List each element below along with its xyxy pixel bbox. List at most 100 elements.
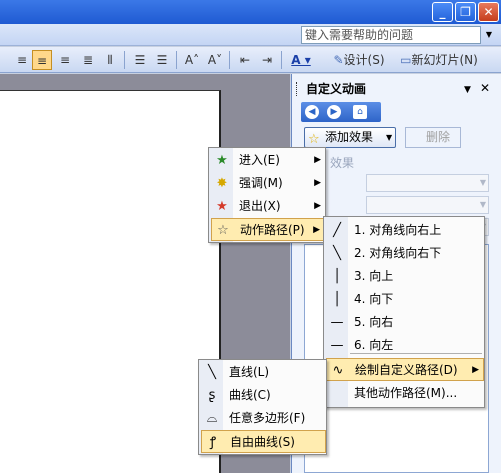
dropdown-arrow-icon[interactable]: ▼ bbox=[482, 26, 496, 44]
menu-item-label: 3. 向上 bbox=[354, 269, 394, 283]
diagonal-down-right-icon: ╲ bbox=[333, 246, 341, 261]
new-slide-icon: ▭ bbox=[400, 53, 412, 67]
diagonal-up-right-icon: ╱ bbox=[333, 223, 341, 238]
justify-icon[interactable]: ≣ bbox=[78, 50, 98, 70]
forward-icon[interactable]: ▶ bbox=[327, 105, 341, 119]
line-icon: ╲ bbox=[208, 365, 216, 380]
emphasis-star-icon: ✸ bbox=[216, 176, 228, 191]
distribute-icon[interactable]: ⫴ bbox=[100, 50, 120, 70]
menu-item-label: 自由曲线(S) bbox=[230, 435, 295, 449]
add-effect-label: 添加效果 bbox=[325, 130, 374, 144]
menu-item-up[interactable]: │ 3. 向上 bbox=[326, 265, 484, 288]
menu-item-label: 2. 对角线向右下 bbox=[354, 246, 442, 260]
menu-item-label: 其他动作路径(M)... bbox=[354, 386, 458, 400]
increase-font-icon[interactable]: A˄ bbox=[182, 50, 202, 70]
new-slide-button[interactable]: ▭新幻灯片(N) bbox=[394, 50, 484, 70]
help-search-input[interactable]: 键入需要帮助的问题 bbox=[301, 26, 481, 44]
font-color-icon[interactable]: A ▾ bbox=[286, 50, 316, 70]
path-left-icon: — bbox=[330, 338, 344, 353]
menu-item-curve[interactable]: ʂ 曲线(C) bbox=[201, 384, 326, 407]
pane-close-icon[interactable]: ✕ bbox=[480, 81, 490, 95]
menu-item-label: 4. 向下 bbox=[354, 292, 394, 306]
exit-star-icon: ★ bbox=[216, 199, 228, 214]
pane-navigation: ◀ ▶ ⌂ bbox=[301, 102, 381, 122]
menu-item-label: 强调(M) bbox=[239, 176, 283, 190]
menu-item-line[interactable]: ╲ 直线(L) bbox=[201, 361, 326, 384]
direction-select[interactable]: ▼ bbox=[366, 196, 489, 214]
effect-section-label: 效果 bbox=[330, 156, 355, 170]
align-left-icon[interactable]: ≡ bbox=[12, 50, 32, 70]
path-up-icon: │ bbox=[333, 269, 341, 284]
menu-bar: 键入需要帮助的问题 ▼ bbox=[0, 24, 501, 46]
menu-item-label: 直线(L) bbox=[229, 365, 270, 379]
submenu-arrow-icon: ▶ bbox=[314, 201, 321, 211]
chevron-down-icon: ▼ bbox=[479, 178, 486, 187]
motion-paths-menu: ╱ 1. 对角线向右上 ╲ 2. 对角线向右下 │ 3. 向上 │ 4. 向下 … bbox=[323, 216, 485, 408]
design-icon: ✎ bbox=[333, 53, 344, 67]
submenu-arrow-icon: ▶ bbox=[472, 365, 479, 375]
menu-item-label: 进入(E) bbox=[239, 153, 280, 167]
draw-custom-path-icon: ∿ bbox=[332, 363, 344, 378]
bullet-list-icon[interactable]: ☰ bbox=[152, 50, 172, 70]
menu-item-label: 绘制自定义路径(D) bbox=[355, 363, 458, 377]
new-slide-label: 新幻灯片(N) bbox=[411, 53, 478, 67]
menu-item-draw-custom-path[interactable]: ∿ 绘制自定义路径(D) ▶ bbox=[326, 358, 484, 381]
submenu-arrow-icon: ▶ bbox=[314, 155, 321, 165]
menu-item-label: 退出(X) bbox=[239, 199, 281, 213]
decrease-font-icon[interactable]: A˅ bbox=[205, 50, 225, 70]
menu-item-right[interactable]: — 5. 向右 bbox=[326, 311, 484, 334]
delete-effect-button[interactable]: 删除 bbox=[405, 127, 461, 148]
toolbar-separator bbox=[229, 51, 230, 69]
title-bar: _ ❐ ✕ bbox=[0, 0, 501, 24]
numbered-list-icon[interactable]: ☰ bbox=[130, 50, 150, 70]
motion-path-star-icon: ☆ bbox=[217, 223, 229, 238]
restore-button[interactable]: ❐ bbox=[455, 2, 476, 22]
scribble-icon: ꝭ bbox=[209, 435, 217, 450]
formatting-toolbar: ≡ ≡ ≡ ≣ ⫴ ☰ ☰ A˄ A˅ ⇤ ⇥ A ▾ ✎设计(S) ▭新幻灯片… bbox=[0, 47, 501, 73]
path-down-icon: │ bbox=[333, 292, 341, 307]
entrance-star-icon: ★ bbox=[216, 153, 228, 168]
menu-item-label: 曲线(C) bbox=[229, 388, 271, 402]
chevron-down-icon: ▼ bbox=[479, 200, 486, 209]
menu-separator bbox=[350, 353, 482, 354]
toolbar-separator bbox=[176, 51, 177, 69]
align-center-icon[interactable]: ≡ bbox=[32, 50, 52, 70]
submenu-arrow-icon: ▶ bbox=[313, 225, 320, 235]
close-button[interactable]: ✕ bbox=[478, 2, 499, 22]
design-label: 设计(S) bbox=[343, 53, 385, 67]
freeform-icon: ⌓ bbox=[206, 411, 218, 426]
home-icon[interactable]: ⌂ bbox=[353, 105, 367, 119]
menu-item-label: 任意多边形(F) bbox=[229, 411, 306, 425]
increase-indent-icon[interactable]: ⇥ bbox=[257, 50, 277, 70]
slide-canvas[interactable] bbox=[0, 90, 221, 473]
menu-item-entrance[interactable]: ★ 进入(E) ▶ bbox=[211, 149, 325, 172]
menu-item-freeform[interactable]: ⌓ 任意多边形(F) bbox=[201, 407, 326, 430]
align-right-icon[interactable]: ≡ bbox=[55, 50, 75, 70]
decrease-indent-icon[interactable]: ⇤ bbox=[235, 50, 255, 70]
toolbar-separator bbox=[124, 51, 125, 69]
pane-menu-arrow-icon[interactable]: ▼ bbox=[464, 85, 471, 95]
menu-item-label: 5. 向右 bbox=[354, 315, 394, 329]
minimize-button[interactable]: _ bbox=[432, 2, 453, 22]
effects-menu: ★ 进入(E) ▶ ✸ 强调(M) ▶ ★ 退出(X) ▶ ☆ 动作路径(P) … bbox=[208, 147, 326, 243]
custom-path-menu: ╲ 直线(L) ʂ 曲线(C) ⌓ 任意多边形(F) ꝭ 自由曲线(S) bbox=[198, 359, 327, 455]
chevron-down-icon: ▼ bbox=[386, 133, 393, 142]
menu-item-diagonal-up-right[interactable]: ╱ 1. 对角线向右上 bbox=[326, 219, 484, 242]
design-button[interactable]: ✎设计(S) bbox=[326, 50, 392, 70]
toolbar-separator bbox=[281, 51, 282, 69]
menu-item-label: 1. 对角线向右上 bbox=[354, 223, 442, 237]
menu-item-emphasis[interactable]: ✸ 强调(M) ▶ bbox=[211, 172, 325, 195]
path-right-icon: — bbox=[330, 315, 344, 330]
submenu-arrow-icon: ▶ bbox=[314, 178, 321, 188]
menu-item-scribble[interactable]: ꝭ 自由曲线(S) bbox=[201, 430, 326, 453]
menu-item-more-paths[interactable]: 其他动作路径(M)... bbox=[326, 382, 484, 405]
back-icon[interactable]: ◀ bbox=[305, 105, 319, 119]
menu-item-motion-path[interactable]: ☆ 动作路径(P) ▶ bbox=[211, 218, 325, 241]
start-select[interactable]: ▼ bbox=[366, 174, 489, 192]
menu-item-exit[interactable]: ★ 退出(X) ▶ bbox=[211, 195, 325, 218]
add-effect-button[interactable]: ☆ 添加效果 ▼ bbox=[304, 127, 396, 148]
menu-item-diagonal-down-right[interactable]: ╲ 2. 对角线向右下 bbox=[326, 242, 484, 265]
menu-item-label: 动作路径(P) bbox=[240, 223, 305, 237]
menu-item-down[interactable]: │ 4. 向下 bbox=[326, 288, 484, 311]
delete-label: 删除 bbox=[426, 130, 451, 144]
